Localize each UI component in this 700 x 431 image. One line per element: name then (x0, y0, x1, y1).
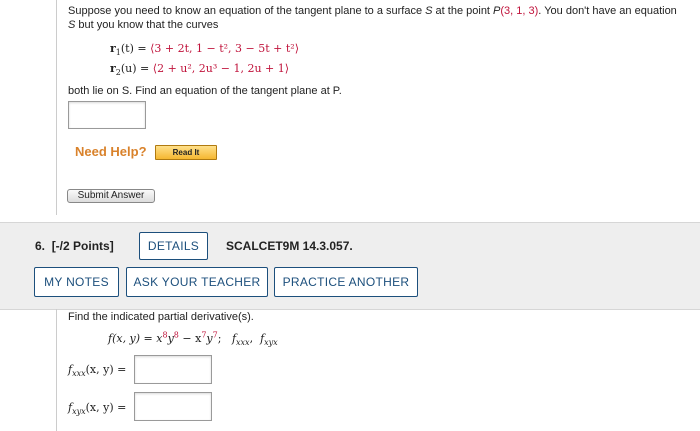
my-notes-button[interactable]: MY NOTES (34, 267, 119, 297)
partial-separator: , (249, 332, 254, 345)
practice-another-button[interactable]: PRACTICE ANOTHER (274, 267, 418, 297)
intro-text: but you know that the curves (75, 19, 219, 31)
question-number: 6. (35, 239, 46, 253)
fxxx-label: fxxx(x, y) = (68, 362, 127, 379)
fxxx-answer-input[interactable] (134, 355, 212, 384)
problem-intro-line2: S but you know that the curves (68, 18, 218, 33)
r1-components: ⟨3 + 2t, 1 − t², 3 − 5t + t²⟩ (150, 42, 300, 55)
r2-argument: (u) = (120, 62, 153, 75)
question-left-rule (56, 309, 57, 431)
intro-text: at the point (432, 5, 494, 17)
question-number-points: 6. [-/2 Points] (35, 239, 114, 253)
partial-subscript: xyx (264, 338, 278, 348)
fxxx-subscript: xxx (72, 369, 86, 379)
read-it-button[interactable]: Read It (155, 145, 217, 160)
surface-symbol: S (425, 5, 433, 17)
function-operator: − x (178, 332, 202, 345)
ask-your-teacher-button[interactable]: ASK YOUR TEACHER (126, 267, 268, 297)
fxyx-label: fxyx(x, y) = (68, 400, 127, 417)
question-code: SCALCET9M 14.3.057. (226, 239, 353, 253)
fxyx-args: (x, y) = (85, 401, 127, 414)
point-coordinates: (3, 1, 3) (500, 5, 539, 17)
partial-subscript: xxx (236, 338, 250, 348)
function-definition: f(x, y) = x8y8 − x7y7; fxxx, fxyx (108, 331, 278, 348)
question-points: [-/2 Points] (51, 239, 114, 253)
fxyx-subscript: xyx (72, 407, 86, 417)
question-instruction: Find the indicated partial derivative(s)… (68, 311, 254, 323)
fxxx-args: (x, y) = (85, 363, 127, 376)
function-separator: ; (217, 332, 222, 345)
submit-answer-button[interactable]: Submit Answer (67, 189, 155, 203)
tangent-plane-answer-input[interactable] (68, 101, 146, 129)
problem-instruction: both lie on S. Find an equation of the t… (68, 85, 342, 97)
r2-components: ⟨2 + u², 2u³ − 1, 2u + 1⟩ (152, 62, 290, 75)
intro-text: . You don't have an equation (538, 5, 677, 17)
problem-intro-line1: Suppose you need to know an equation of … (68, 4, 700, 19)
intro-text: Suppose you need to know an equation of … (68, 5, 426, 17)
details-button[interactable]: DETAILS (139, 232, 208, 260)
need-help-label: Need Help? (75, 144, 147, 159)
function-lhs: f(x, y) = x (108, 332, 163, 345)
r1-argument: (t) = (120, 42, 151, 55)
curve-r1-equation: r1(t) = ⟨3 + 2t, 1 − t², 3 − 5t + t²⟩ (110, 41, 300, 57)
curve-r2-equation: r2(u) = ⟨2 + u², 2u³ − 1, 2u + 1⟩ (110, 61, 290, 77)
question-left-rule (56, 0, 57, 215)
fxyx-answer-input[interactable] (134, 392, 212, 421)
